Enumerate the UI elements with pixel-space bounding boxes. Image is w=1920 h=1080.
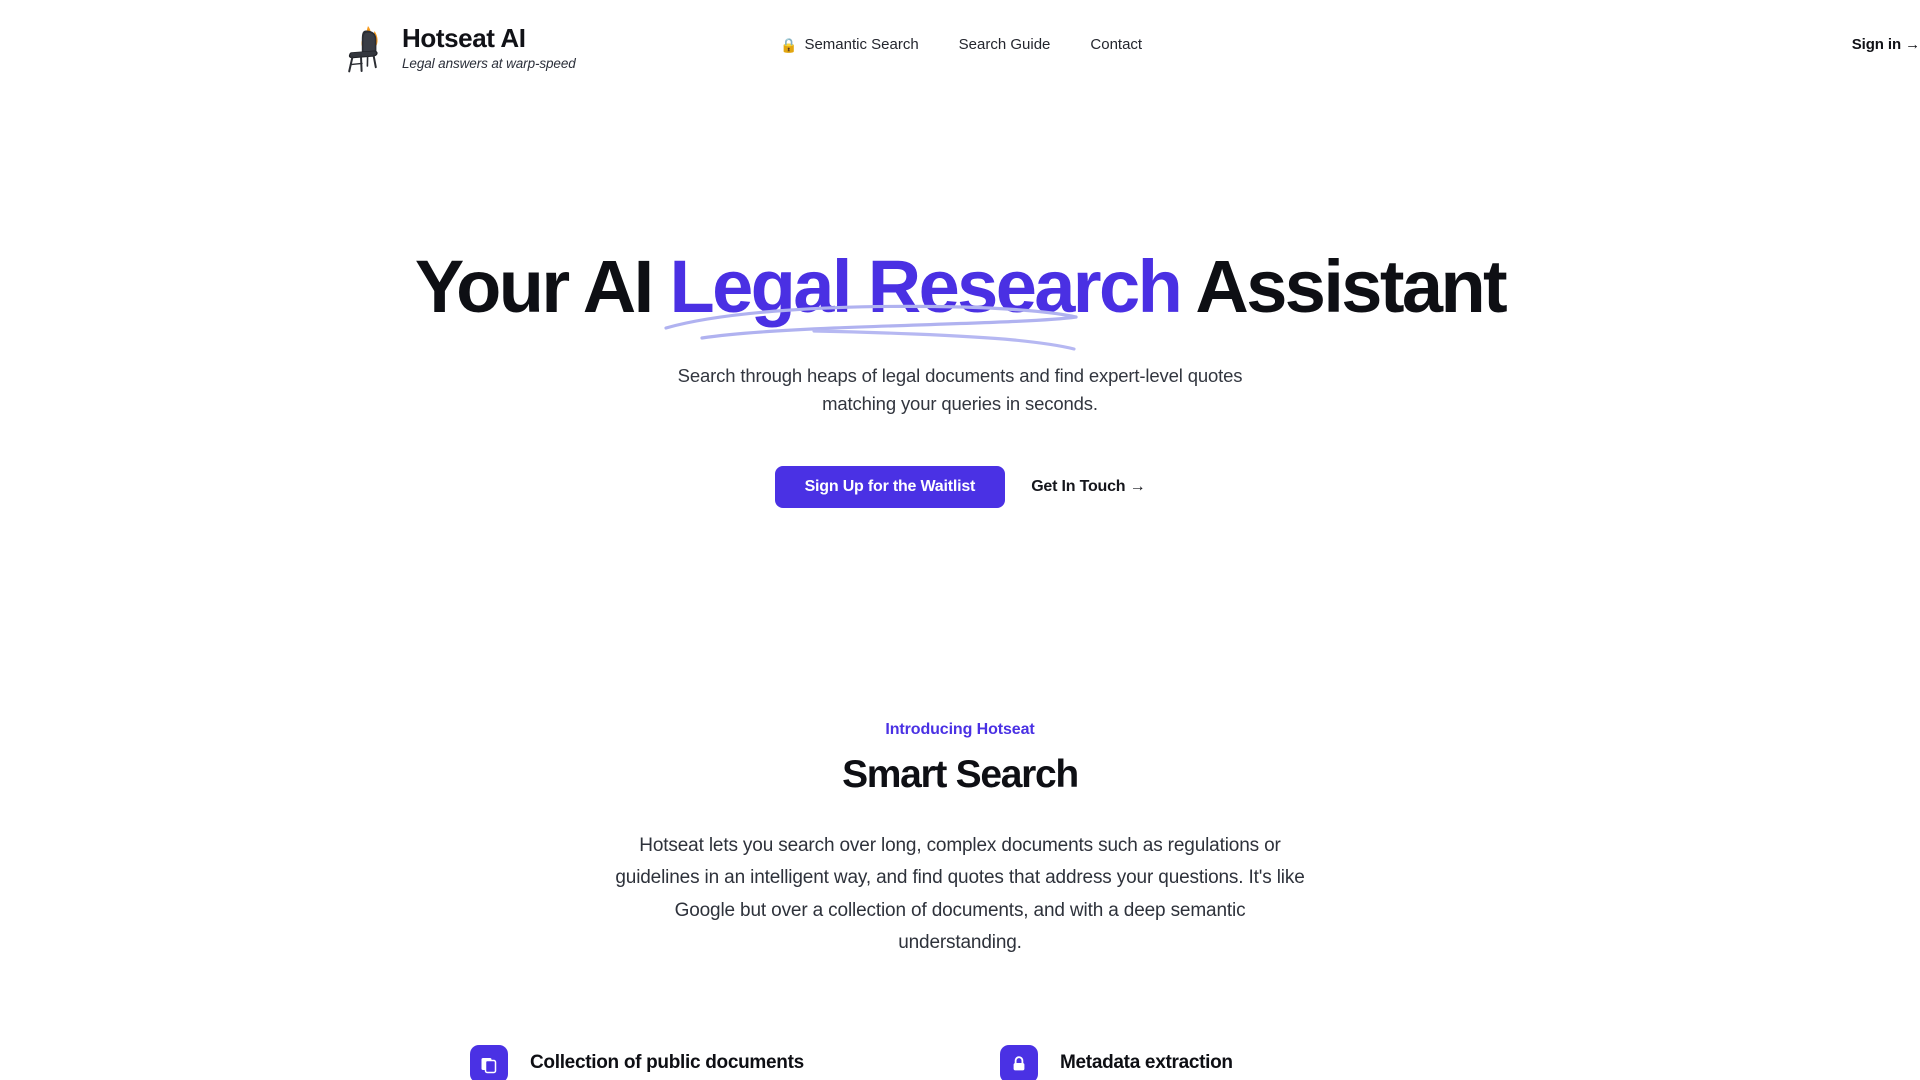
feature-grid: Collection of public documents Metadata …: [470, 1045, 1450, 1080]
nav-item-search-guide[interactable]: Search Guide: [959, 36, 1051, 53]
smart-search-section: Introducing Hotseat Smart Search Hotseat…: [0, 508, 1920, 1080]
feature-item-collection: Collection of public documents: [470, 1045, 920, 1080]
main-nav: 🔒 Semantic Search Search Guide Contact: [780, 36, 1142, 53]
nav-item-label: Semantic Search: [804, 36, 919, 53]
nav-item-semantic-search[interactable]: 🔒 Semantic Search: [780, 36, 919, 53]
documents-icon: [470, 1045, 508, 1080]
nav-item-label: Search Guide: [958, 36, 1051, 53]
signup-waitlist-button[interactable]: Sign Up for the Waitlist: [774, 466, 1006, 509]
hero-title-part2: Assistant: [1180, 245, 1507, 328]
feature-item-metadata: Metadata extraction: [1000, 1045, 1450, 1080]
lock-badge-icon: [1000, 1045, 1038, 1080]
brand-name: Hotseat AI: [402, 22, 526, 53]
hero-actions: Sign Up for the Waitlist Get In Touch →: [0, 466, 1920, 509]
hero-title-highlight: Legal Research: [669, 245, 1183, 328]
hero-title-part1: Your AI: [414, 245, 670, 328]
hero-title-highlight-wrap: Legal Research: [663, 245, 1183, 351]
section-eyebrow: Introducing Hotseat: [885, 721, 1035, 739]
get-in-touch-link[interactable]: Get In Touch →: [1031, 478, 1145, 496]
chair-on-fire-icon: [344, 22, 388, 74]
sign-in-link[interactable]: Sign in →: [1852, 36, 1920, 53]
site-header: Hotseat AI Legal answers at warp-speed 🔒…: [0, 0, 1920, 96]
hero-section: Your AI Legal Research Assistant Search …: [0, 96, 1920, 509]
nav-item-contact[interactable]: Contact: [1090, 36, 1142, 53]
hero-subtitle: Search through heaps of legal documents …: [677, 364, 1243, 415]
page-title: Your AI Legal Research Assistant: [0, 245, 1920, 351]
feature-label: Metadata extraction: [1060, 1052, 1233, 1074]
feature-label: Collection of public documents: [530, 1052, 804, 1074]
section-title: Smart Search: [842, 753, 1079, 797]
nav-item-label: Contact: [1090, 36, 1143, 53]
section-body: Hotseat lets you search over long, compl…: [615, 835, 1305, 953]
brand-logo-link[interactable]: Hotseat AI Legal answers at warp-speed: [344, 22, 576, 74]
brand-tagline: Legal answers at warp-speed: [402, 55, 576, 71]
lock-icon: 🔒: [780, 36, 798, 53]
